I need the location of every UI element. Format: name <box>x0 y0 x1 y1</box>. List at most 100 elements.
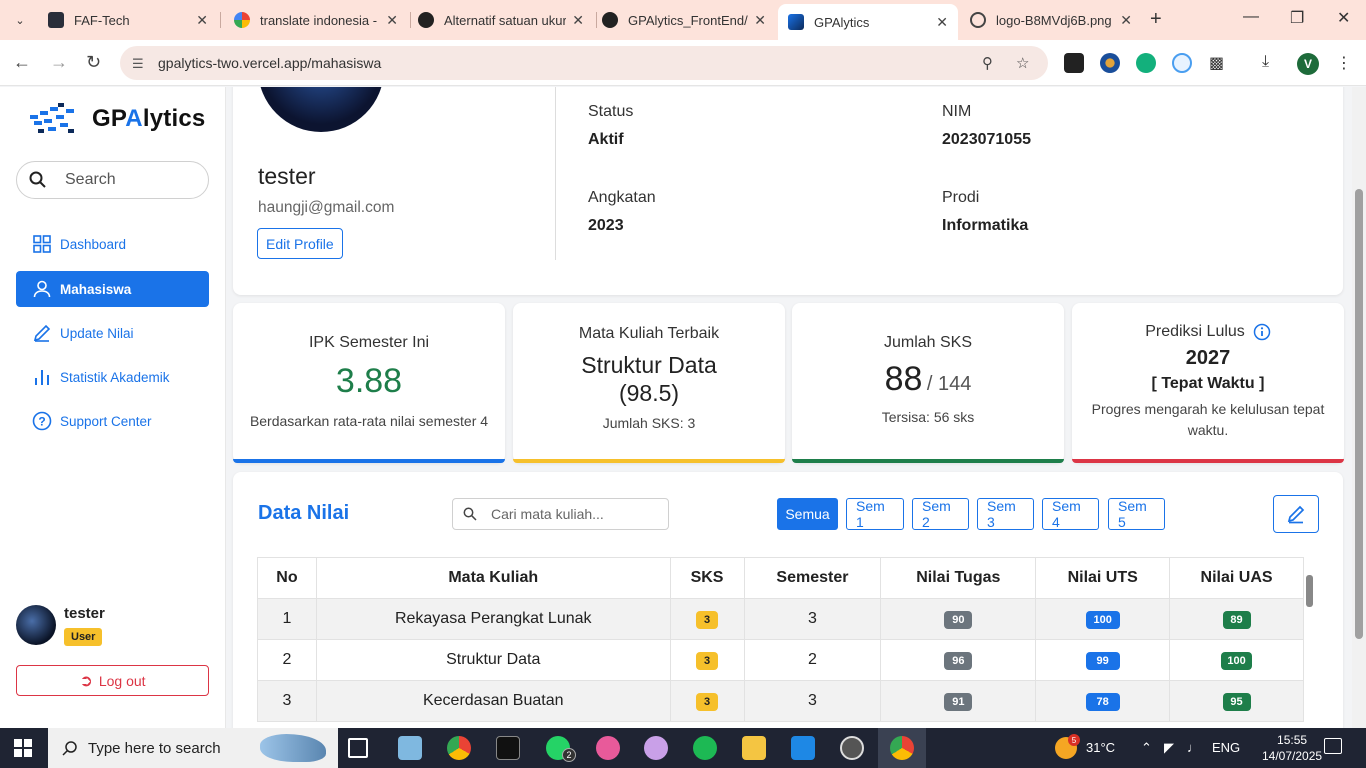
restore-button[interactable]: ❐ <box>1290 8 1304 28</box>
nav-item-statistik[interactable]: Statistik Akademik <box>16 359 209 395</box>
column-header[interactable]: Semester <box>743 557 882 599</box>
filter-sem2-button[interactable]: Sem 2 <box>912 498 969 530</box>
notepad-app-icon[interactable] <box>398 736 422 760</box>
menu-dots-icon[interactable]: ⋮ <box>1336 53 1352 73</box>
page-scrollbar[interactable] <box>1352 87 1366 728</box>
browser-tab[interactable]: translate indonesia - G ✕ <box>224 4 408 36</box>
close-icon[interactable]: ✕ <box>386 12 398 29</box>
browser-tab[interactable]: Alternatif satuan ukur ✕ <box>408 4 594 36</box>
close-icon[interactable]: ✕ <box>936 14 948 31</box>
close-icon[interactable]: ✕ <box>572 12 584 29</box>
close-icon[interactable]: ✕ <box>196 12 208 29</box>
edit-profile-button[interactable]: Edit Profile <box>257 228 343 259</box>
os-taskbar: Type here to search 2 5 31°C ⌃ ◤ ♩ ENG 1… <box>0 728 1366 768</box>
volume-icon[interactable]: ♩ <box>1187 740 1200 755</box>
status-value: Aktif <box>588 131 624 148</box>
profile-avatar[interactable]: V <box>1297 53 1319 75</box>
task-view-icon[interactable] <box>348 738 368 758</box>
bookmark-star-icon[interactable]: ☆ <box>1016 54 1029 72</box>
browser-tab[interactable]: FAF-Tech ✕ <box>38 4 218 36</box>
paint-app-icon[interactable] <box>644 736 668 760</box>
address-bar[interactable]: ☰ gpalytics-two.vercel.app/mahasiswa ⚲ ☆ <box>120 46 1048 80</box>
terminal-app-icon[interactable] <box>496 736 520 760</box>
url-text: gpalytics-two.vercel.app/mahasiswa <box>158 55 382 71</box>
grades-table: No Mata Kuliah SKS Semester Nilai Tugas … <box>257 557 1304 722</box>
wifi-icon[interactable]: ◤ <box>1164 740 1174 756</box>
avatar[interactable] <box>16 605 56 645</box>
logo-text: GPAlytics <box>92 105 206 132</box>
filter-sem3-button[interactable]: Sem 3 <box>977 498 1034 530</box>
extension-icon[interactable] <box>1172 53 1192 73</box>
minimize-button[interactable]: — <box>1243 8 1259 26</box>
search-icon <box>463 507 477 521</box>
vscode-app-icon[interactable] <box>791 736 815 760</box>
nav-item-mahasiswa[interactable]: Mahasiswa <box>16 271 209 307</box>
filter-sem4-button[interactable]: Sem 4 <box>1042 498 1099 530</box>
close-icon[interactable]: ✕ <box>754 12 766 29</box>
column-header[interactable]: No <box>257 557 317 599</box>
column-header[interactable]: SKS <box>669 557 745 599</box>
filter-semua-button[interactable]: Semua <box>777 498 838 530</box>
tab-search-dropdown-icon[interactable]: ⌄ <box>8 8 32 32</box>
clock[interactable]: 15:55 14/07/2025 <box>1262 732 1322 764</box>
filter-sem5-button[interactable]: Sem 5 <box>1108 498 1165 530</box>
key-icon[interactable]: ⚲ <box>982 54 993 72</box>
weather-temp[interactable]: 31°C <box>1086 740 1115 755</box>
file-explorer-icon[interactable] <box>742 736 766 760</box>
column-header[interactable]: Nilai UAS <box>1169 557 1304 599</box>
browser-tab[interactable]: logo-B8MVdj6B.png ( ✕ <box>960 4 1142 36</box>
nav-item-dashboard[interactable]: Dashboard <box>16 226 209 262</box>
scrollbar-thumb[interactable] <box>1355 189 1363 639</box>
browser-tab[interactable]: GPAlytics_FrontEnd/P ✕ <box>592 4 776 36</box>
sks-subtext: Tersisa: 56 sks <box>881 409 975 425</box>
table-row[interactable]: 1 Rekayasa Perangkat Lunak 3 3 90 100 89 <box>257 598 1304 640</box>
table-row[interactable]: 2 Struktur Data 3 2 96 99 100 <box>257 639 1304 681</box>
logout-button[interactable]: ➲ Log out <box>16 665 209 696</box>
chrome-app-icon[interactable] <box>447 736 471 760</box>
reload-icon[interactable]: ↻ <box>86 52 101 73</box>
table-row[interactable]: 3 Kecerdasan Buatan 3 3 91 78 95 <box>257 680 1304 722</box>
spotify-app-icon[interactable] <box>693 736 717 760</box>
extension-icon[interactable] <box>1136 53 1156 73</box>
pencil-icon <box>32 323 52 343</box>
chrome-active-app-icon[interactable] <box>890 736 914 760</box>
uts-badge: 100 <box>1085 610 1120 629</box>
info-icon[interactable] <box>1253 323 1271 341</box>
window-close-button[interactable]: ✕ <box>1337 8 1350 28</box>
nav-item-update-nilai[interactable]: Update Nilai <box>16 315 209 351</box>
network-icon[interactable]: ⌃ <box>1141 740 1152 756</box>
back-arrow-icon[interactable]: ← <box>13 52 31 73</box>
filter-sem1-button[interactable]: Sem 1 <box>846 498 904 530</box>
extension-icon[interactable] <box>1064 53 1084 73</box>
logo[interactable]: GPAlytics <box>28 101 205 137</box>
column-header[interactable]: Nilai Tugas <box>880 557 1037 599</box>
app-icon[interactable] <box>596 736 620 760</box>
column-header[interactable]: Mata Kuliah <box>315 557 671 599</box>
windows-start-icon[interactable] <box>14 739 32 757</box>
download-icon[interactable]: ⤓ <box>1262 53 1269 71</box>
sidebar-search-input[interactable]: Search <box>16 161 209 199</box>
course-search-input[interactable]: Cari mata kuliah... <box>452 498 669 530</box>
edit-grades-button[interactable] <box>1273 495 1319 533</box>
scrollbar-thumb[interactable] <box>1306 575 1313 607</box>
language-indicator[interactable]: ENG <box>1212 740 1240 755</box>
profile-photo <box>258 87 384 132</box>
tab-title: GPAlytics_FrontEnd/P <box>628 12 749 28</box>
browser-toolbar: ← → ↻ ☰ gpalytics-two.vercel.app/mahasis… <box>0 40 1366 86</box>
row-number: 2 <box>257 639 317 681</box>
close-icon[interactable]: ✕ <box>1120 12 1132 29</box>
table-scrollbar[interactable] <box>1305 565 1315 728</box>
site-info-icon[interactable]: ☰ <box>132 56 148 71</box>
notification-center-icon[interactable] <box>1324 738 1342 754</box>
column-header[interactable]: Nilai UTS <box>1035 557 1171 599</box>
new-tab-button[interactable]: + <box>1150 8 1162 31</box>
extension-icon[interactable] <box>1100 53 1120 73</box>
forward-arrow-icon[interactable]: → <box>50 52 68 73</box>
angkatan-label: Angkatan <box>588 189 656 206</box>
search-icon <box>62 741 77 756</box>
puzzle-icon[interactable]: ▩ <box>1209 53 1224 73</box>
media-player-icon[interactable] <box>840 736 864 760</box>
nav-item-support[interactable]: ? Support Center <box>16 403 209 439</box>
taskbar-search-input[interactable]: Type here to search <box>48 728 338 768</box>
browser-tab-active[interactable]: GPAlytics ✕ <box>778 4 958 40</box>
